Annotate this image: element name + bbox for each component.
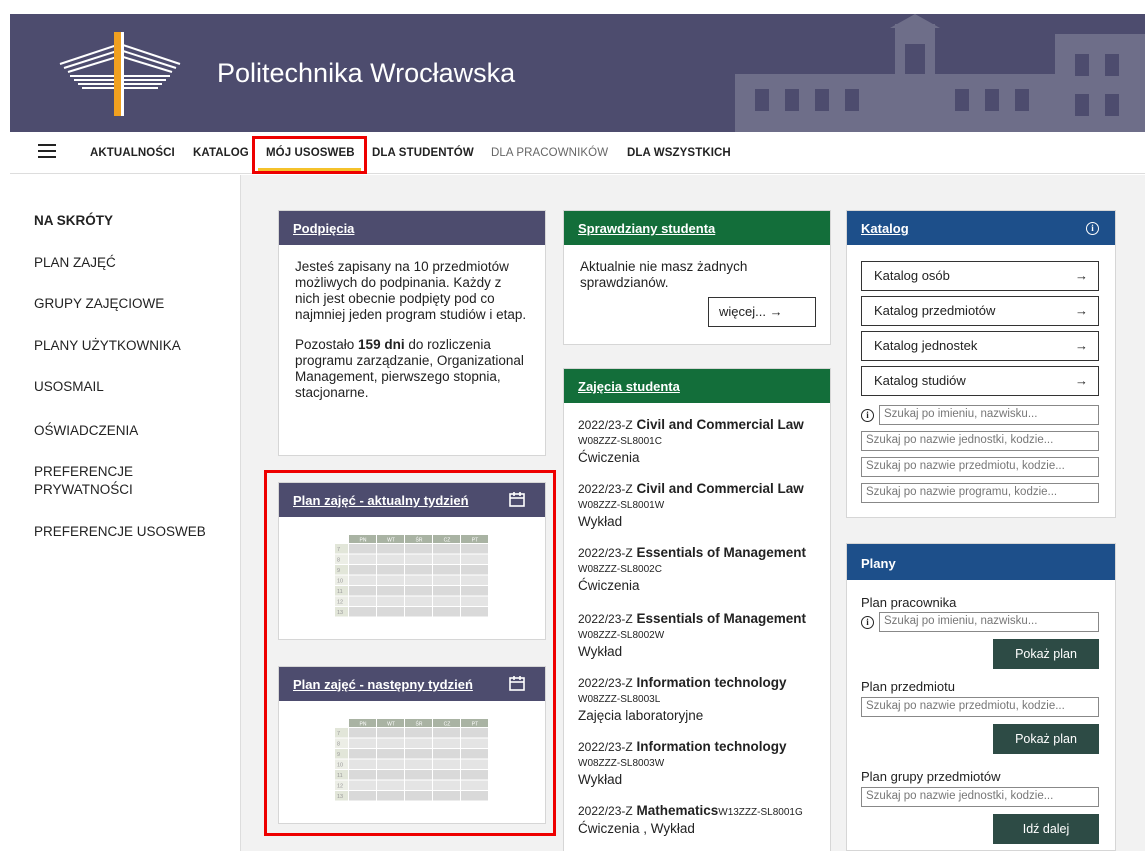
sidebar-item-na-skroty[interactable]: NA SKRÓTY xyxy=(34,212,113,230)
course-name[interactable]: Essentials of Management xyxy=(636,611,806,626)
katalog-osob-button[interactable]: Katalog osób → xyxy=(861,261,1099,291)
show-employee-plan-button[interactable]: Pokaż plan xyxy=(993,639,1099,669)
employee-search-input[interactable]: Szukaj po imieniu, nazwisku... xyxy=(879,612,1099,632)
course-name[interactable]: Mathematics xyxy=(636,803,718,818)
course-name[interactable]: Civil and Commercial Law xyxy=(636,417,803,432)
podpiecia-deadline: Pozostało 159 dni do rozliczenia program… xyxy=(295,337,524,400)
course-item[interactable]: 2022/23-Z Information technology W08ZZZ-S… xyxy=(578,739,828,787)
course-type: Zajęcia laboratoryjne xyxy=(578,708,704,723)
course-item[interactable]: 2022/23-Z MathematicsW13ZZZ-SL8001G Ćwicz… xyxy=(578,803,828,836)
search-person-input[interactable]: Szukaj po imieniu, nazwisku... xyxy=(879,405,1099,425)
course-name[interactable]: Information technology xyxy=(636,675,786,690)
group-search-input[interactable]: Szukaj po nazwie jednostki, kodzie... xyxy=(861,787,1099,807)
arrow-right-icon: → xyxy=(1075,268,1088,283)
podpiecia-title[interactable]: Podpięcia xyxy=(279,211,545,245)
plany-card: Plany Plan pracownika i Szukaj po imieni… xyxy=(846,543,1116,851)
arrow-right-icon: → xyxy=(1075,338,1088,353)
info-icon[interactable]: i xyxy=(861,409,874,422)
plan-grupy-label: Plan grupy przedmiotów xyxy=(861,769,1001,784)
sidebar-item-preferencje-usosweb[interactable]: PREFERENCJE USOSWEB xyxy=(34,523,206,541)
building-illustration xyxy=(735,14,1145,132)
course-code: W13ZZZ-SL8001G xyxy=(718,807,803,818)
nav-dla-pracownikow[interactable]: DLA PRACOWNIKÓW xyxy=(491,147,608,159)
course-code: W08ZZZ-SL8003L xyxy=(578,694,661,705)
course-item[interactable]: 2022/23-Z Essentials of Management W08ZZZ… xyxy=(578,611,828,659)
course-code: W08ZZZ-SL8002C xyxy=(578,564,662,575)
zajecia-title[interactable]: Zajęcia studenta xyxy=(564,369,830,403)
university-name: Politechnika Wrocławska xyxy=(217,58,516,88)
course-name[interactable]: Information technology xyxy=(636,739,786,754)
course-item[interactable]: 2022/23-Z Civil and Commercial Law W08ZZZ… xyxy=(578,417,828,465)
course-code: W08ZZZ-SL8001W xyxy=(578,500,665,511)
more-button[interactable]: więcej... → xyxy=(708,297,816,327)
highlight-box xyxy=(252,136,367,174)
course-semester: 2022/23-Z xyxy=(578,804,633,818)
zajecia-card: Zajęcia studenta 2022/23-Z Civil and Com… xyxy=(563,368,831,851)
katalog-jednostek-button[interactable]: Katalog jednostek → xyxy=(861,331,1099,361)
info-icon[interactable]: i xyxy=(861,616,874,629)
nav-aktualnosci[interactable]: AKTUALNOŚCI xyxy=(90,147,175,159)
podpiecia-text: Jesteś zapisany na 10 przedmiotów możliw… xyxy=(295,259,527,322)
katalog-studiow-button[interactable]: Katalog studiów → xyxy=(861,366,1099,396)
course-type: Ćwiczenia xyxy=(578,450,640,465)
arrow-right-icon: → xyxy=(1075,303,1088,318)
course-type: Wykład xyxy=(578,514,623,529)
sidebar-item-prywatnosci[interactable]: PRYWATNOŚCI xyxy=(34,481,133,499)
sprawdziany-text: Aktualnie nie masz żadnych sprawdzianów. xyxy=(580,259,748,290)
course-semester: 2022/23-Z xyxy=(578,740,633,754)
podpiecia-card: Podpięcia Jesteś zapisany na 10 przedmio… xyxy=(278,210,546,456)
plan-przedmiotu-label: Plan przedmiotu xyxy=(861,679,955,694)
highlight-box xyxy=(264,470,556,836)
sidebar-item-preferencje[interactable]: PREFERENCJE xyxy=(34,463,133,481)
course-code: W08ZZZ-SL8001C xyxy=(578,436,662,447)
course-search-input[interactable]: Szukaj po nazwie przedmiotu, kodzie... xyxy=(861,697,1099,717)
course-name[interactable]: Essentials of Management xyxy=(636,545,806,560)
sidebar-item-grupy[interactable]: GRUPY ZAJĘCIOWE xyxy=(34,295,164,313)
sidebar-item-usosmail[interactable]: USOSMAIL xyxy=(34,378,104,396)
course-type: Wykład xyxy=(578,644,623,659)
course-semester: 2022/23-Z xyxy=(578,418,633,432)
katalog-title[interactable]: Katalog i xyxy=(847,211,1115,245)
course-name[interactable]: Civil and Commercial Law xyxy=(636,481,803,496)
menu-icon[interactable] xyxy=(38,144,56,158)
info-icon[interactable]: i xyxy=(1086,222,1099,235)
course-semester: 2022/23-Z xyxy=(578,546,633,560)
sprawdziany-card: Sprawdziany studenta Aktualnie nie masz … xyxy=(563,210,831,345)
plan-pracownika-label: Plan pracownika xyxy=(861,595,957,610)
sidebar-item-oswiadczenia[interactable]: OŚWIADCZENIA xyxy=(34,422,138,440)
main-nav: AKTUALNOŚCI KATALOG MÓJ USOSWEB DLA STUD… xyxy=(10,132,1145,174)
search-unit-input[interactable]: Szukaj po nazwie jednostki, kodzie... xyxy=(861,431,1099,451)
plany-title: Plany xyxy=(847,544,1115,580)
sidebar: NA SKRÓTY PLAN ZAJĘĆ GRUPY ZAJĘCIOWE PLA… xyxy=(10,175,240,851)
sidebar-item-plany-uzytkownika[interactable]: PLANY UŻYTKOWNIKA xyxy=(34,337,181,355)
show-course-plan-button[interactable]: Pokaż plan xyxy=(993,724,1099,754)
katalog-card: Katalog i Katalog osób → Katalog przedmio… xyxy=(846,210,1116,518)
nav-katalog[interactable]: KATALOG xyxy=(193,147,249,159)
go-next-button[interactable]: Idź dalej xyxy=(993,814,1099,844)
course-semester: 2022/23-Z xyxy=(578,612,633,626)
course-semester: 2022/23-Z xyxy=(578,676,633,690)
course-item[interactable]: 2022/23-Z Information technology W08ZZZ-S… xyxy=(578,675,828,723)
podpiecia-body: Jesteś zapisany na 10 przedmiotów możliw… xyxy=(279,245,545,415)
arrow-right-icon: → xyxy=(1075,373,1088,388)
nav-dla-wszystkich[interactable]: DLA WSZYSTKICH xyxy=(627,147,731,159)
search-program-input[interactable]: Szukaj po nazwie programu, kodzie... xyxy=(861,483,1099,503)
katalog-przedmiotow-button[interactable]: Katalog przedmiotów → xyxy=(861,296,1099,326)
sprawdziany-title[interactable]: Sprawdziany studenta xyxy=(564,211,830,245)
site-header: Politechnika Wrocławska xyxy=(10,14,1145,132)
course-code: W08ZZZ-SL8003W xyxy=(578,758,665,769)
university-logo[interactable] xyxy=(50,24,190,119)
search-course-input[interactable]: Szukaj po nazwie przedmiotu, kodzie... xyxy=(861,457,1099,477)
sidebar-item-plan-zajec[interactable]: PLAN ZAJĘĆ xyxy=(34,254,116,272)
course-semester: 2022/23-Z xyxy=(578,482,633,496)
course-type: Ćwiczenia , Wykład xyxy=(578,821,695,836)
course-item[interactable]: 2022/23-Z Essentials of Management W08ZZZ… xyxy=(578,545,828,593)
course-item[interactable]: 2022/23-Z Civil and Commercial Law W08ZZZ… xyxy=(578,481,828,529)
course-type: Wykład xyxy=(578,772,623,787)
nav-dla-studentow[interactable]: DLA STUDENTÓW xyxy=(372,147,474,159)
course-type: Ćwiczenia xyxy=(578,578,640,593)
course-code: W08ZZZ-SL8002W xyxy=(578,630,665,641)
